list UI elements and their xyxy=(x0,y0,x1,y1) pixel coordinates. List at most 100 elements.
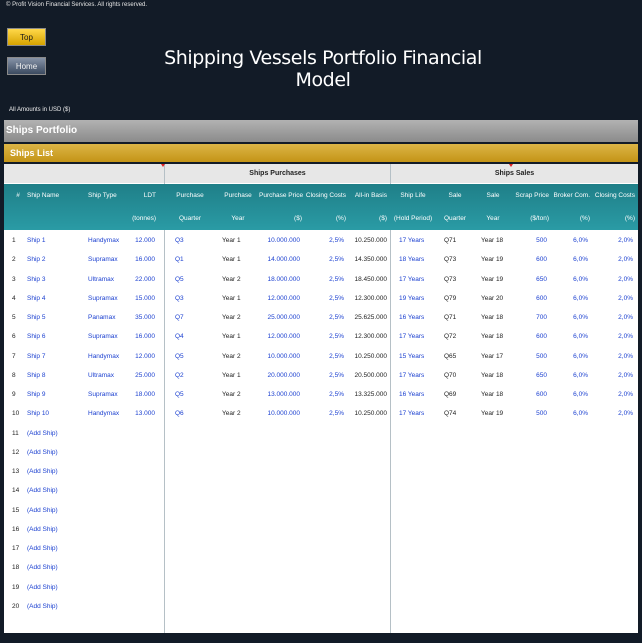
cell-scrap[interactable]: 600 xyxy=(515,289,547,308)
cell-ldt[interactable]: 15.000 xyxy=(128,289,155,308)
cell-type[interactable]: Handymax xyxy=(88,231,132,250)
cell-broker[interactable]: 6,0% xyxy=(550,270,588,289)
cell-sc[interactable]: 2,0% xyxy=(593,308,633,327)
cell-scrap[interactable]: 600 xyxy=(515,327,547,346)
cell-sy[interactable]: Year 17 xyxy=(481,347,513,366)
cell-py[interactable]: Year 1 xyxy=(222,289,256,308)
cell-scrap[interactable]: 500 xyxy=(515,404,547,423)
cell-scrap[interactable]: 500 xyxy=(515,347,547,366)
cell-pp[interactable]: 13.000.000 xyxy=(262,385,300,404)
cell-ldt[interactable]: 12.000 xyxy=(128,231,155,250)
cell-name[interactable]: (Add Ship) xyxy=(27,597,82,616)
cell-name[interactable]: (Add Ship) xyxy=(27,558,82,577)
cell-pq[interactable]: Q5 xyxy=(175,270,205,289)
cell-name[interactable]: (Add Ship) xyxy=(27,539,82,558)
cell-name[interactable]: (Add Ship) xyxy=(27,520,82,539)
cell-ab[interactable]: 10.250.000 xyxy=(348,347,387,366)
cell-life[interactable]: 17 Years xyxy=(399,270,435,289)
cell-broker[interactable]: 6,0% xyxy=(550,308,588,327)
cell-pq[interactable]: Q1 xyxy=(175,250,205,269)
cell-ldt[interactable]: 16.000 xyxy=(128,327,155,346)
cell-pp[interactable]: 12.000.000 xyxy=(262,289,300,308)
cell-pp[interactable]: 20.000.000 xyxy=(262,366,300,385)
cell-name[interactable]: Ship 3 xyxy=(27,270,82,289)
cell-sq[interactable]: Q69 xyxy=(444,385,466,404)
cell-py[interactable]: Year 2 xyxy=(222,270,256,289)
cell-pc[interactable]: 2,5% xyxy=(304,366,344,385)
cell-name[interactable]: Ship 5 xyxy=(27,308,82,327)
cell-name[interactable]: Ship 6 xyxy=(27,327,82,346)
cell-py[interactable]: Year 2 xyxy=(222,347,256,366)
cell-py[interactable]: Year 2 xyxy=(222,385,256,404)
cell-pq[interactable]: Q3 xyxy=(175,289,205,308)
cell-scrap[interactable]: 650 xyxy=(515,270,547,289)
cell-name[interactable]: (Add Ship) xyxy=(27,462,82,481)
cell-scrap[interactable]: 500 xyxy=(515,231,547,250)
cell-pp[interactable]: 10.000.000 xyxy=(262,347,300,366)
cell-sq[interactable]: Q73 xyxy=(444,270,466,289)
cell-sy[interactable]: Year 19 xyxy=(481,404,513,423)
cell-sy[interactable]: Year 18 xyxy=(481,385,513,404)
cell-life[interactable]: 17 Years xyxy=(399,404,435,423)
cell-life[interactable]: 16 Years xyxy=(399,308,435,327)
cell-pc[interactable]: 2,5% xyxy=(304,289,344,308)
top-button[interactable]: Top xyxy=(7,28,46,46)
cell-ab[interactable]: 10.250.000 xyxy=(348,231,387,250)
cell-scrap[interactable]: 650 xyxy=(515,366,547,385)
cell-name[interactable]: Ship 9 xyxy=(27,385,82,404)
cell-pq[interactable]: Q7 xyxy=(175,308,205,327)
cell-broker[interactable]: 6,0% xyxy=(550,327,588,346)
cell-ldt[interactable]: 25.000 xyxy=(128,366,155,385)
cell-pq[interactable]: Q4 xyxy=(175,327,205,346)
cell-name[interactable]: (Add Ship) xyxy=(27,443,82,462)
cell-name[interactable]: (Add Ship) xyxy=(27,501,82,520)
cell-py[interactable]: Year 1 xyxy=(222,366,256,385)
cell-py[interactable]: Year 1 xyxy=(222,250,256,269)
cell-pc[interactable]: 2,5% xyxy=(304,347,344,366)
cell-ab[interactable]: 18.450.000 xyxy=(348,270,387,289)
home-button[interactable]: Home xyxy=(7,57,46,75)
cell-pq[interactable]: Q6 xyxy=(175,404,205,423)
cell-ab[interactable]: 10.250.000 xyxy=(348,404,387,423)
cell-ldt[interactable]: 12.000 xyxy=(128,347,155,366)
cell-life[interactable]: 15 Years xyxy=(399,347,435,366)
cell-sc[interactable]: 2,0% xyxy=(593,289,633,308)
cell-pp[interactable]: 18.000.000 xyxy=(262,270,300,289)
cell-sq[interactable]: Q73 xyxy=(444,250,466,269)
cell-sc[interactable]: 2,0% xyxy=(593,366,633,385)
cell-sq[interactable]: Q65 xyxy=(444,347,466,366)
cell-pc[interactable]: 2,5% xyxy=(304,385,344,404)
cell-pc[interactable]: 2,5% xyxy=(304,308,344,327)
cell-pp[interactable]: 25.000.000 xyxy=(262,308,300,327)
cell-name[interactable]: Ship 2 xyxy=(27,250,82,269)
cell-ldt[interactable]: 18.000 xyxy=(128,385,155,404)
cell-sq[interactable]: Q71 xyxy=(444,231,466,250)
cell-sc[interactable]: 2,0% xyxy=(593,404,633,423)
cell-pc[interactable]: 2,5% xyxy=(304,270,344,289)
cell-broker[interactable]: 6,0% xyxy=(550,385,588,404)
cell-sy[interactable]: Year 18 xyxy=(481,327,513,346)
cell-life[interactable]: 17 Years xyxy=(399,231,435,250)
cell-ab[interactable]: 20.500.000 xyxy=(348,366,387,385)
cell-sc[interactable]: 2,0% xyxy=(593,385,633,404)
cell-name[interactable]: (Add Ship) xyxy=(27,578,82,597)
cell-sq[interactable]: Q72 xyxy=(444,327,466,346)
cell-type[interactable]: Supramax xyxy=(88,385,132,404)
cell-ab[interactable]: 25.625.000 xyxy=(348,308,387,327)
cell-sq[interactable]: Q71 xyxy=(444,308,466,327)
cell-name[interactable]: Ship 7 xyxy=(27,347,82,366)
cell-broker[interactable]: 6,0% xyxy=(550,250,588,269)
cell-py[interactable]: Year 1 xyxy=(222,327,256,346)
cell-broker[interactable]: 6,0% xyxy=(550,404,588,423)
cell-name[interactable]: Ship 4 xyxy=(27,289,82,308)
cell-type[interactable]: Supramax xyxy=(88,327,132,346)
cell-life[interactable]: 18 Years xyxy=(399,250,435,269)
cell-sq[interactable]: Q74 xyxy=(444,404,466,423)
cell-pp[interactable]: 12.000.000 xyxy=(262,327,300,346)
cell-broker[interactable]: 6,0% xyxy=(550,289,588,308)
cell-pc[interactable]: 2,5% xyxy=(304,231,344,250)
cell-ldt[interactable]: 22.000 xyxy=(128,270,155,289)
cell-type[interactable]: Supramax xyxy=(88,289,132,308)
cell-scrap[interactable]: 600 xyxy=(515,385,547,404)
cell-pp[interactable]: 10.000.000 xyxy=(262,404,300,423)
